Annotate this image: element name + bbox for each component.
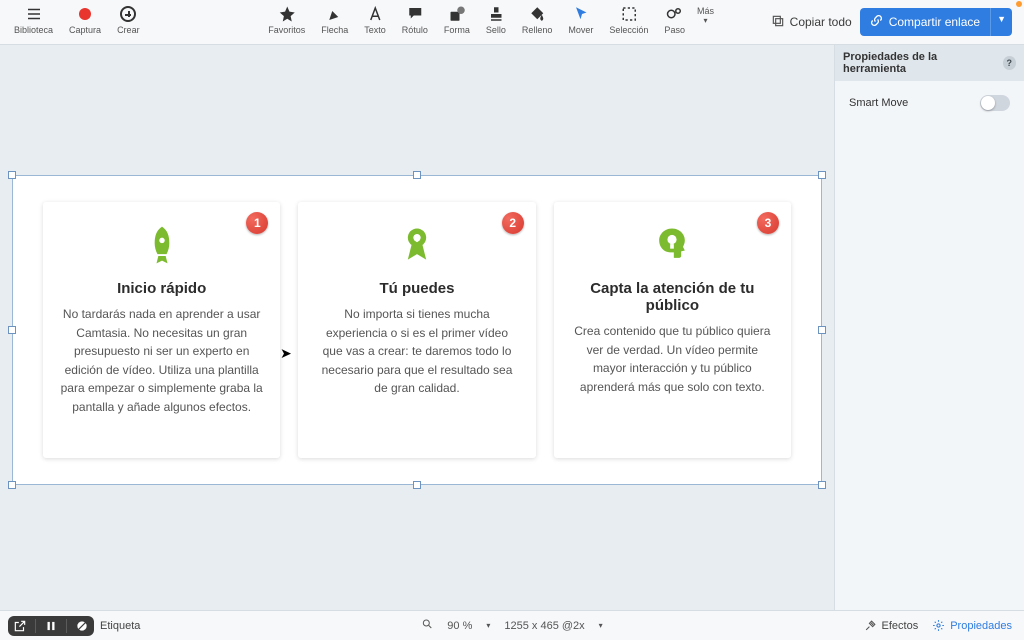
bucket-icon	[527, 4, 547, 24]
selected-image-object[interactable]: 1 Inicio rápido No tardarás nada en apre…	[12, 175, 822, 485]
info-card: 3 Capta la atención de tu público Crea c…	[554, 202, 791, 458]
menu-icon	[24, 4, 44, 24]
card-body: Crea contenido que tu público quiera ver…	[570, 322, 775, 396]
fill-tool[interactable]: Relleno	[514, 0, 561, 35]
marquee-icon	[619, 4, 639, 24]
library-button[interactable]: Biblioteca	[6, 0, 61, 35]
arrow-tool-icon	[325, 4, 345, 24]
tag-label[interactable]: Etiqueta	[100, 620, 140, 632]
smart-move-toggle[interactable]	[980, 95, 1010, 111]
effects-button[interactable]: Efectos	[864, 619, 919, 632]
more-label: Más	[697, 6, 714, 16]
dims-dropdown-icon[interactable]: ▾	[599, 621, 603, 630]
resize-handle[interactable]	[818, 481, 826, 489]
card-title: Tú puedes	[379, 280, 454, 297]
star-icon	[277, 4, 297, 24]
cards-row: 1 Inicio rápido No tardarás nada en apre…	[13, 176, 821, 484]
resize-handle[interactable]	[8, 481, 16, 489]
step-icon	[665, 4, 685, 24]
status-center: 90 % ▾ 1255 x 465 @2x ▾	[421, 618, 602, 633]
step-badge: 3	[757, 212, 779, 234]
notification-dot-icon	[1016, 1, 1022, 7]
smart-move-label: Smart Move	[849, 97, 908, 109]
help-icon[interactable]: ?	[1003, 56, 1016, 70]
info-card: 2 Tú puedes No importa si tienes mucha e…	[298, 202, 535, 458]
pause-icon[interactable]	[44, 619, 58, 633]
resize-handle[interactable]	[413, 481, 421, 489]
chevron-down-icon: ▾	[703, 16, 707, 25]
properties-panel-header: Propiedades de la herramienta ?	[835, 45, 1024, 81]
resize-handle[interactable]	[413, 171, 421, 179]
share-link-button[interactable]: Compartir enlace	[860, 8, 990, 36]
recording-control-pill	[8, 616, 94, 636]
properties-button[interactable]: Propiedades	[932, 619, 1012, 632]
callout-tool[interactable]: Rótulo	[394, 0, 436, 35]
favorites-tool[interactable]: Favoritos	[260, 0, 313, 35]
mic-off-icon[interactable]	[75, 619, 89, 633]
create-button[interactable]: Crear	[109, 0, 148, 35]
zoom-dropdown-icon[interactable]: ▾	[486, 621, 490, 630]
status-left: Etiqueta	[0, 616, 140, 636]
stamp-icon	[486, 4, 506, 24]
step-badge: 1	[246, 212, 268, 234]
library-label: Biblioteca	[14, 26, 53, 35]
toolbar-tools-group: Favoritos Flecha Texto Rótulo Forma Sell…	[260, 0, 718, 35]
shapes-icon	[447, 4, 467, 24]
step-badge: 2	[502, 212, 524, 234]
divider	[66, 619, 67, 633]
arrow-tool[interactable]: Flecha	[313, 0, 356, 35]
rocket-icon	[137, 220, 187, 270]
resize-handle[interactable]	[8, 326, 16, 334]
toolbar-left-group: Biblioteca Captura Crear	[0, 0, 148, 44]
text-a-icon	[365, 4, 385, 24]
card-title: Capta la atención de tu público	[570, 280, 775, 314]
card-title: Inicio rápido	[117, 280, 206, 297]
shape-tool[interactable]: Forma	[436, 0, 478, 35]
speech-bubble-icon	[405, 4, 425, 24]
status-right: Efectos Propiedades	[864, 619, 1024, 632]
plus-circle-icon	[118, 4, 138, 24]
link-icon	[870, 14, 883, 30]
copy-all-button[interactable]: Copiar todo	[763, 8, 860, 37]
toolbar-more-button[interactable]: Más ▾	[693, 0, 718, 25]
share-link-dropdown[interactable]: ▼	[990, 8, 1012, 36]
smart-move-row: Smart Move	[835, 81, 1024, 125]
text-tool[interactable]: Texto	[356, 0, 394, 35]
selection-tool[interactable]: Selección	[601, 0, 656, 35]
zoom-search-icon[interactable]	[421, 618, 433, 633]
divider	[35, 619, 36, 633]
move-tool[interactable]: Mover	[560, 0, 601, 35]
dims-value: 1255 x 465 @2x	[504, 620, 584, 632]
capture-label: Captura	[69, 26, 101, 35]
status-bar: Etiqueta 90 % ▾ 1255 x 465 @2x ▾ Efectos…	[0, 610, 1024, 640]
share-link-group: Compartir enlace ▼	[860, 8, 1018, 36]
lightbulb-head-icon	[647, 220, 697, 270]
record-icon	[75, 4, 95, 24]
create-label: Crear	[117, 26, 140, 35]
resize-handle[interactable]	[8, 171, 16, 179]
step-tool[interactable]: Paso	[656, 0, 693, 35]
resize-handle[interactable]	[818, 326, 826, 334]
stamp-tool[interactable]: Sello	[478, 0, 514, 35]
top-toolbar: Biblioteca Captura Crear Favoritos Flech…	[0, 0, 1024, 45]
toolbar-right-group: Copiar todo Compartir enlace ▼	[763, 0, 1024, 44]
capture-button[interactable]: Captura	[61, 0, 109, 35]
zoom-value[interactable]: 90 %	[447, 620, 472, 632]
canvas-area[interactable]: 1 Inicio rápido No tardarás nada en apre…	[0, 45, 834, 610]
move-cursor-icon	[571, 4, 591, 24]
external-link-icon[interactable]	[13, 619, 27, 633]
resize-handle[interactable]	[818, 171, 826, 179]
info-card: 1 Inicio rápido No tardarás nada en apre…	[43, 202, 280, 458]
properties-panel: Propiedades de la herramienta ? Smart Mo…	[834, 45, 1024, 610]
card-body: No importa si tienes mucha experiencia o…	[314, 305, 519, 398]
ribbon-award-icon	[392, 220, 442, 270]
copy-icon	[771, 14, 785, 31]
card-body: No tardarás nada en aprender a usar Camt…	[59, 305, 264, 417]
